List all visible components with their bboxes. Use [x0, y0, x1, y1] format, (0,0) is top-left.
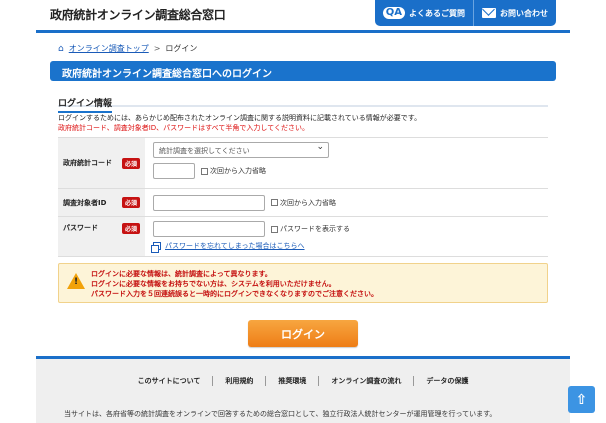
password-input[interactable] — [153, 221, 265, 237]
respondent-id-remember-checkbox[interactable]: 次回から入力省略 — [271, 198, 336, 208]
stat-code-row: 政府統計コード 必須 統計調査を選択してください 次回から入力省略 — [58, 138, 548, 189]
site-title[interactable]: 政府統計オンライン調査総合窓口 — [50, 6, 226, 23]
footer-link-flow[interactable]: オンライン調査の流れ — [318, 376, 413, 386]
login-button[interactable]: ログイン — [248, 320, 358, 347]
stat-code-select[interactable]: 統計調査を選択してください — [153, 142, 329, 158]
footer-link-environment[interactable]: 推奨環境 — [265, 376, 318, 386]
site-footer: このサイトについて 利用規約 推奨環境 オンライン調査の流れ データの保護 当サ… — [36, 356, 570, 423]
footer-link-about[interactable]: このサイトについて — [126, 376, 213, 386]
footer-link-terms[interactable]: 利用規約 — [212, 376, 265, 386]
warning-line-3: パスワード入力を５回連続誤ると一時的にログインできなくなりますのでご注意ください… — [91, 290, 378, 298]
faq-label: よくあるご質問 — [409, 8, 465, 18]
qa-icon: QA — [382, 7, 405, 19]
breadcrumb-separator: > — [153, 44, 161, 53]
stat-code-remember-checkbox[interactable]: 次回から入力省略 — [201, 166, 266, 176]
warning-box: ! ログインに必要な情報は、統計調査によって異なります。 ログインに必要な情報を… — [58, 263, 548, 303]
required-badge: 必須 — [121, 157, 140, 169]
footer-nav: このサイトについて 利用規約 推奨環境 オンライン調査の流れ データの保護 — [36, 376, 570, 386]
breadcrumb: ⌂ オンライン調査トップ > ログイン — [58, 43, 197, 54]
password-field-cell: パスワードを表示する パスワードを忘れてしまった場合はこちらへ — [145, 217, 548, 256]
checkbox-box[interactable] — [201, 167, 208, 175]
warning-icon: ! — [67, 273, 85, 289]
warning-line-1: ログインに必要な情報は、統計調査によって異なります。 — [91, 270, 272, 278]
intro-text: ログインするためには、あらかじめ配布されたオンライン調査に関する説明資料に記載さ… — [58, 113, 548, 133]
footer-note: 当サイトは、各府省等の統計調査をオンラインで回答するための総合窓口として、独立行… — [64, 410, 497, 418]
respondent-id-row: 調査対象者ID 必須 次回から入力省略 — [58, 189, 548, 217]
show-password-label: パスワードを表示する — [280, 225, 350, 233]
password-label: パスワード — [63, 224, 98, 232]
checkbox-box[interactable] — [271, 199, 278, 206]
stat-code-input[interactable] — [153, 163, 195, 179]
respondent-id-label: 調査対象者ID — [63, 198, 107, 207]
home-icon: ⌂ — [58, 43, 64, 54]
stat-code-subrow: 次回から入力省略 — [153, 163, 540, 179]
site-header: 政府統計オンライン調査総合窓口 QA よくあるご質問 お問い合わせ — [36, 0, 570, 33]
password-label-cell: パスワード 必須 — [58, 217, 145, 256]
stat-code-label: 政府統計コード — [63, 159, 112, 167]
section-title: ログイン情報 — [58, 96, 113, 113]
page-title: 政府統計オンライン調査総合窓口へのログイン — [62, 69, 272, 80]
checkbox-box[interactable] — [271, 225, 278, 233]
warning-text: ログインに必要な情報は、統計調査によって異なります。 ログインに必要な情報をお持… — [91, 269, 378, 299]
respondent-id-remember-label: 次回から入力省略 — [280, 198, 336, 207]
stat-code-remember-label: 次回から入力省略 — [210, 167, 266, 175]
intro-line-1: ログインするためには、あらかじめ配布されたオンライン調査に関する説明資料に記載さ… — [58, 114, 422, 122]
breadcrumb-current: ログイン — [165, 44, 198, 53]
section-header: ログイン情報 — [58, 91, 548, 113]
respondent-id-label-cell: 調査対象者ID 必須 — [58, 189, 145, 216]
intro-line-2: 政府統計コード、調査対象者ID、パスワードはすべて半角で入力してください。 — [58, 124, 309, 132]
respondent-id-field-cell: 次回から入力省略 — [145, 189, 548, 216]
arrow-up-icon: ⇧ — [575, 391, 588, 408]
window-icon — [151, 242, 161, 253]
footer-link-data-protection[interactable]: データの保護 — [413, 376, 480, 386]
forgot-password-text[interactable]: パスワードを忘れてしまった場合はこちらへ — [165, 241, 305, 251]
back-to-top-button[interactable]: ⇧ — [568, 386, 595, 413]
faq-button[interactable]: QA よくあるご質問 — [375, 0, 473, 26]
page-title-bar: 政府統計オンライン調査総合窓口へのログイン — [50, 61, 556, 81]
contact-button[interactable]: お問い合わせ — [473, 0, 556, 26]
mail-icon — [482, 8, 496, 18]
required-badge: 必須 — [121, 223, 140, 234]
warning-line-2: ログインに必要な情報をお持ちでない方は、システムを利用いただけません。 — [91, 280, 336, 288]
stat-code-label-cell: 政府統計コード 必須 — [58, 138, 145, 188]
contact-label: お問い合わせ — [500, 8, 548, 18]
required-badge: 必須 — [121, 197, 140, 208]
password-row: パスワード 必須 パスワードを表示する パスワードを忘れてしまった場合はこちらへ — [58, 217, 548, 257]
respondent-id-input[interactable] — [153, 194, 265, 211]
header-buttons: QA よくあるご質問 お問い合わせ — [374, 0, 556, 26]
password-subrow: パスワードを表示する — [153, 221, 540, 237]
login-form: 政府統計コード 必須 統計調査を選択してください 次回から入力省略 調査対象者I… — [58, 137, 548, 257]
stat-code-field-cell: 統計調査を選択してください 次回から入力省略 — [145, 138, 548, 188]
show-password-checkbox[interactable]: パスワードを表示する — [271, 224, 350, 234]
forgot-password-link[interactable]: パスワードを忘れてしまった場合はこちらへ — [151, 241, 540, 253]
breadcrumb-home-link[interactable]: オンライン調査トップ — [69, 43, 149, 54]
